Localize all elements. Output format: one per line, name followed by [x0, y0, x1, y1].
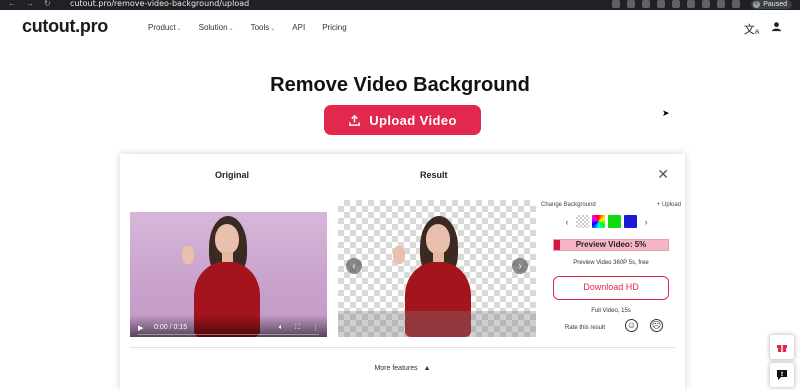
profile-button[interactable]: F Paused	[751, 0, 792, 9]
preview-progress-bar: Preview Video: 5%	[553, 239, 669, 251]
more-options-icon[interactable]: ⋮	[312, 324, 319, 332]
upload-video-button[interactable]: Upload Video	[324, 105, 481, 135]
panel-divider	[130, 347, 675, 348]
video-progress-bar[interactable]	[138, 334, 319, 335]
extension-icon[interactable]	[717, 0, 725, 8]
preview-progress-fill	[554, 240, 560, 250]
frown-icon[interactable]: ☹	[650, 319, 663, 332]
change-background-label: Change Background	[541, 202, 596, 208]
chevron-down-icon: ⌄	[228, 26, 234, 32]
menu-item-api[interactable]: API	[292, 23, 305, 32]
chevron-right-icon[interactable]: ›	[640, 217, 652, 227]
upload-icon	[349, 114, 361, 126]
chevron-down-icon: ⌄	[270, 26, 276, 32]
more-features-toggle[interactable]: More features ▲	[120, 365, 685, 372]
menu-item-solution[interactable]: Solution⌄	[199, 23, 234, 32]
download-hd-button[interactable]: Download HD	[553, 276, 669, 300]
swatch-green[interactable]	[608, 215, 621, 228]
more-features-label: More features	[374, 365, 418, 372]
fullscreen-icon[interactable]: ⛶	[295, 324, 300, 332]
result-title: Result	[420, 170, 448, 180]
extension-icon[interactable]	[657, 0, 665, 8]
forward-icon[interactable]: →	[26, 0, 34, 8]
video-controls: ▶ 0:00 / 0:15 🔈︎ ⛶ ⋮	[130, 315, 327, 337]
full-video-subtitle: Full Video, 15s	[591, 308, 631, 314]
profile-status: Paused	[763, 1, 787, 8]
swatch-transparent[interactable]	[576, 215, 589, 228]
browser-toolbar: ← → ↻ cutout.pro/remove-video-background…	[0, 0, 800, 10]
preview-subtitle: Preview Video 360P 5s, free	[573, 260, 649, 266]
header-actions: 文ₐ	[744, 21, 782, 37]
chevron-down-icon: ⌄	[176, 26, 182, 32]
back-icon[interactable]: ←	[8, 0, 16, 8]
extension-icons	[612, 0, 740, 8]
result-panel: Original Result ✕ ▶ 0:00 / 0:15 🔈︎ ⛶ ⋮ ‹…	[120, 154, 685, 390]
gift-icon[interactable]	[769, 334, 795, 360]
extension-icon[interactable]	[732, 0, 740, 8]
menu-item-pricing[interactable]: Pricing	[322, 23, 346, 32]
menu-item-tools[interactable]: Tools⌄	[251, 23, 276, 32]
extension-icon[interactable]	[702, 0, 710, 8]
site-logo[interactable]: cutout.pro	[22, 16, 108, 37]
upload-background-link[interactable]: + Upload	[657, 202, 681, 208]
profile-avatar: F	[753, 1, 761, 8]
result-controls-overlay	[338, 311, 536, 337]
next-arrow-icon[interactable]: ›	[512, 258, 528, 274]
menu-label: Tools	[250, 23, 270, 32]
extension-icon[interactable]	[612, 0, 620, 8]
reload-icon[interactable]: ↻	[44, 0, 51, 8]
page-title: Remove Video Background	[270, 74, 530, 96]
chevron-left-icon[interactable]: ‹	[561, 217, 573, 227]
upload-video-label: Upload Video	[369, 112, 457, 128]
video-time: 0:00 / 0:15	[154, 324, 188, 331]
background-swatches: ‹ ›	[561, 215, 652, 228]
rate-label: Rate this result	[565, 325, 606, 331]
swatch-rainbow[interactable]	[592, 215, 605, 228]
previous-arrow-icon[interactable]: ‹	[346, 258, 362, 274]
translate-icon[interactable]: 文ₐ	[744, 21, 759, 37]
address-bar[interactable]: cutout.pro/remove-video-background/uploa…	[70, 0, 249, 8]
smile-icon[interactable]: ☺	[625, 319, 638, 332]
menu-label: Product	[148, 23, 176, 32]
result-preview: ‹ ›	[338, 200, 536, 337]
preview-label: Preview Video: 5%	[575, 240, 647, 249]
play-icon[interactable]: ▶	[138, 324, 143, 332]
user-icon[interactable]	[771, 21, 782, 37]
extension-icon[interactable]	[642, 0, 650, 8]
swatch-blue[interactable]	[624, 215, 637, 228]
extension-icon[interactable]	[627, 0, 635, 8]
volume-icon[interactable]: 🔈︎	[279, 324, 283, 332]
extension-icon[interactable]	[672, 0, 680, 8]
feedback-icon[interactable]	[769, 362, 795, 388]
browser-nav: ← → ↻	[8, 0, 51, 8]
original-video[interactable]: ▶ 0:00 / 0:15 🔈︎ ⛶ ⋮	[130, 212, 327, 337]
menu-label: Solution	[198, 23, 228, 32]
main-menu: Product⌄ Solution⌄ Tools⌄ API Pricing	[148, 23, 347, 32]
close-icon[interactable]: ✕	[657, 166, 669, 183]
caret-up-icon: ▲	[423, 365, 431, 372]
site-header: cutout.pro Product⌄ Solution⌄ Tools⌄ API…	[0, 10, 800, 45]
menu-item-product[interactable]: Product⌄	[148, 23, 182, 32]
video-control-icons: 🔈︎ ⛶ ⋮	[279, 324, 319, 332]
original-title: Original	[215, 170, 250, 180]
extension-icon[interactable]	[687, 0, 695, 8]
mouse-cursor-icon: ➤	[662, 108, 670, 118]
web-page: cutout.pro Product⌄ Solution⌄ Tools⌄ API…	[0, 10, 800, 390]
